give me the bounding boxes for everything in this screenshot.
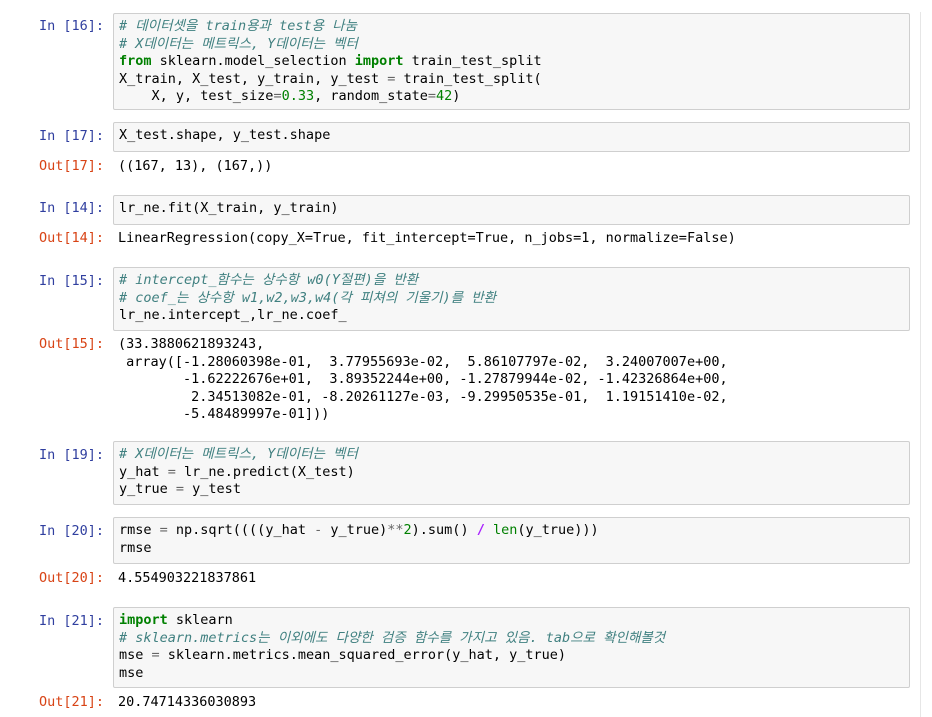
input-prompt: In [20]: <box>38 523 104 539</box>
code-token: 42 <box>436 88 453 104</box>
code-input[interactable]: X_test.shape, y_test.shape <box>113 122 910 152</box>
code-token: - <box>314 522 323 538</box>
code-token: , random_state <box>314 88 428 104</box>
code-text: lr_ne.fit(X_train, y_train) <box>119 200 904 218</box>
code-token: lr_ne.predict(X_test) <box>175 463 355 480</box>
code-text: import sklearn # sklearn.metrics는 이외에도 다… <box>119 612 904 682</box>
input-prompt: In [15]: <box>38 273 104 289</box>
code-comment: # 데이터셋을 train용과 test용 나눔 <box>119 18 357 34</box>
code-token: y_hat <box>119 463 168 480</box>
input-prompt: In [19]: <box>38 447 104 463</box>
notebook: In [16]: # 데이터셋을 train용과 test용 나눔 # X데이터… <box>0 0 932 717</box>
code-comment: # X데이터는 메트릭스, Y데이터는 벡터 <box>119 446 358 462</box>
code-text: X_test.shape, y_test.shape <box>119 127 904 145</box>
cell-output: LinearRegression(copy_X=True, fit_interc… <box>118 230 736 246</box>
cell-output: ((167, 13), (167,)) <box>118 158 273 174</box>
scrollbar-track <box>920 12 921 717</box>
code-keyword: import <box>119 612 168 628</box>
code-text: # X데이터는 메트릭스, Y데이터는 벡터 y_hat = lr_ne.pre… <box>119 446 904 499</box>
code-token: lr_ne.intercept_,lr_ne.coef_ <box>119 307 347 323</box>
code-text: # intercept_함수는 상수항 w0(Y절편)을 반환 # coef_는… <box>119 272 904 325</box>
code-text: rmse = np.sqrt((((y_hat - y_true)**2).su… <box>119 522 904 557</box>
code-token: (y_true))) <box>517 522 599 538</box>
code-keyword: from <box>119 53 152 69</box>
code-token: ).sum() <box>411 522 477 538</box>
code-token: X_train, X_test, y_train, y_test <box>119 70 388 87</box>
output-prompt: Out[15]: <box>38 336 104 352</box>
code-comment: # intercept_함수는 상수항 w0(Y절편)을 반환 <box>119 272 419 288</box>
code-token: = <box>427 88 437 104</box>
code-token: = <box>175 481 185 497</box>
code-token: sklearn.metrics.mean_squared_error(y_hat… <box>159 647 567 663</box>
code-token: len <box>492 522 518 538</box>
code-input[interactable]: rmse = np.sqrt((((y_hat - y_true)**2).su… <box>113 517 910 564</box>
code-input[interactable]: lr_ne.fit(X_train, y_train) <box>113 195 910 225</box>
cell-output: 4.554903221837861 <box>118 570 257 586</box>
code-token: train_test_split <box>403 53 542 69</box>
code-token: 2 <box>403 522 412 538</box>
code-token: = <box>167 463 176 480</box>
output-prompt: Out[14]: <box>38 230 104 246</box>
cell-output: 20.74714336030893 <box>118 694 257 710</box>
code-token: y_true <box>119 481 176 497</box>
code-token: ) <box>452 88 461 104</box>
code-token: y_test <box>184 481 241 497</box>
code-token: rmse <box>119 539 152 556</box>
code-keyword: import <box>354 53 404 69</box>
vertical-scrollbar[interactable] <box>912 0 932 717</box>
code-token: X_test.shape, y_test.shape <box>119 127 331 143</box>
code-token: sklearn <box>167 612 233 628</box>
code-token: 0.33 <box>281 88 315 104</box>
code-token: mse <box>119 647 152 663</box>
input-prompt: In [14]: <box>38 200 104 216</box>
input-prompt: In [17]: <box>38 128 104 144</box>
code-token: X, y, test_size <box>119 88 274 104</box>
code-input[interactable]: # 데이터셋을 train용과 test용 나눔 # X데이터는 메트릭스, Y… <box>113 13 910 110</box>
code-comment: # X데이터는 메트릭스, Y데이터는 벡터 <box>119 35 358 52</box>
output-prompt: Out[21]: <box>38 694 104 710</box>
code-token: rmse <box>119 522 160 538</box>
code-token: = <box>151 647 160 663</box>
code-text: # 데이터셋을 train용과 test용 나눔 # X데이터는 메트릭스, Y… <box>119 18 904 106</box>
input-prompt: In [21]: <box>38 613 104 629</box>
output-prompt: Out[17]: <box>38 158 104 174</box>
cell-output: (33.3880621893243, array([-1.28060398e-0… <box>118 336 728 422</box>
code-input[interactable]: import sklearn # sklearn.metrics는 이외에도 다… <box>113 607 910 688</box>
code-token: lr_ne.fit(X_train, y_train) <box>119 200 339 216</box>
code-token: = <box>159 522 168 538</box>
code-token: mse <box>119 664 144 681</box>
code-comment: # coef_는 상수항 w1,w2,w3,w4(각 피쳐의 기울기)를 반환 <box>119 289 497 306</box>
code-token: sklearn.model_selection <box>151 53 355 69</box>
code-comment: # sklearn.metrics는 이외에도 다양한 검증 함수를 가지고 있… <box>119 629 666 646</box>
output-prompt: Out[20]: <box>38 570 104 586</box>
code-token: ** <box>387 522 404 538</box>
code-token: np.sqrt((((y_hat <box>167 522 315 538</box>
input-prompt: In [16]: <box>38 18 104 34</box>
code-token: = <box>273 88 282 104</box>
code-input[interactable]: # X데이터는 메트릭스, Y데이터는 벡터 y_hat = lr_ne.pre… <box>113 441 910 505</box>
code-token: train_test_split( <box>395 70 542 87</box>
code-input[interactable]: # intercept_함수는 상수항 w0(Y절편)을 반환 # coef_는… <box>113 267 910 331</box>
code-token: / <box>476 522 485 538</box>
code-token: y_true) <box>322 522 388 538</box>
